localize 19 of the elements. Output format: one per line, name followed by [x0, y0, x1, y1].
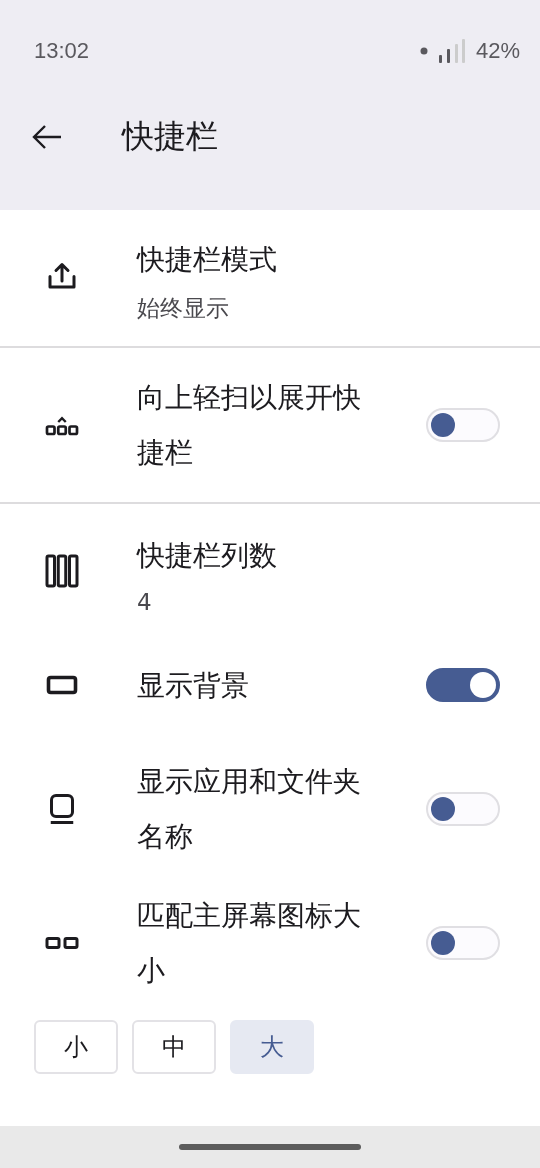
- size-option[interactable]: 小: [34, 1020, 118, 1074]
- setting-title: 向上轻扫以展开快捷栏: [137, 380, 361, 471]
- toggle-switch[interactable]: [426, 668, 500, 702]
- signal-icon: [437, 38, 466, 64]
- battery-level: 42%: [475, 38, 520, 64]
- setting-title: 显示应用和文件夹名称: [137, 764, 361, 855]
- setting-title: 匹配主屏幕图标大小: [137, 898, 361, 989]
- setting-title: 快捷栏模式: [137, 242, 278, 278]
- home-handle[interactable]: [179, 1144, 361, 1150]
- setting-title: 显示背景: [137, 667, 250, 704]
- dot-icon: [419, 47, 428, 55]
- columns-icon: [44, 553, 80, 589]
- setting-title: 快捷栏列数: [137, 537, 278, 574]
- status-time: 13:02: [34, 38, 90, 64]
- size-option[interactable]: 中: [132, 1020, 216, 1074]
- setting-value: 始终显示: [137, 294, 230, 323]
- page-title: 快捷栏: [122, 116, 218, 157]
- setting-value: 4: [137, 588, 153, 615]
- size-option[interactable]: 大: [230, 1020, 314, 1074]
